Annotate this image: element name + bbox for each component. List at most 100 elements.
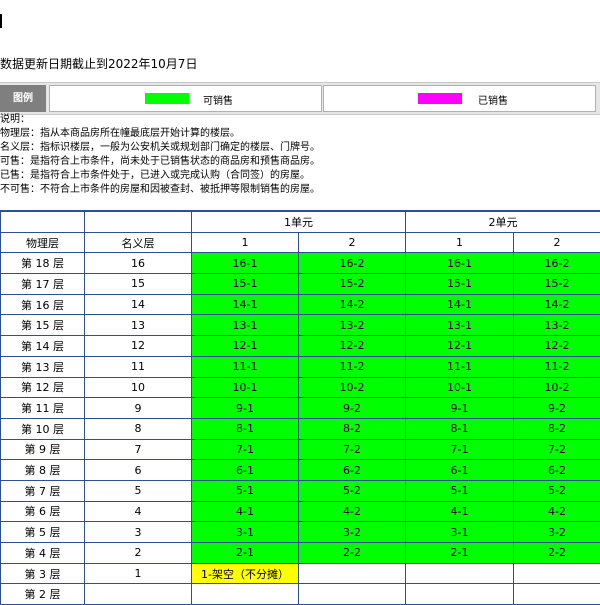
room-cell[interactable]: 9-2 bbox=[514, 398, 600, 419]
room-cell[interactable]: 16-2 bbox=[514, 253, 600, 274]
note-physical-floor: 物理层：指从本商品房所在幢最底层开始计算的楼层。 bbox=[0, 127, 320, 141]
room-cell[interactable]: 10-1 bbox=[406, 377, 514, 398]
table-row: 第 4 层22-12-22-12-2 bbox=[1, 543, 600, 564]
room-cell[interactable]: 6-2 bbox=[299, 460, 406, 481]
room-cell[interactable]: 9-1 bbox=[406, 398, 514, 419]
room-cell[interactable]: 7-2 bbox=[514, 439, 600, 460]
nominal-floor-cell: 9 bbox=[85, 398, 192, 419]
room-cell[interactable]: 5-2 bbox=[299, 480, 406, 501]
legend-label: 图例 bbox=[0, 85, 46, 112]
physical-floor-cell: 第 7 层 bbox=[1, 480, 85, 501]
room-cell[interactable]: 13-1 bbox=[192, 315, 299, 336]
room-cell[interactable]: 8-2 bbox=[299, 418, 406, 439]
room-cell[interactable]: 16-1 bbox=[406, 253, 514, 274]
room-cell[interactable]: 11-1 bbox=[192, 356, 299, 377]
room-cell[interactable]: 3-2 bbox=[514, 522, 600, 543]
table-row: 第 18 层1616-116-216-116-2 bbox=[1, 253, 600, 274]
legend-bar: 图例 可销售 已销售 bbox=[0, 82, 600, 115]
table-row: 第 7 层55-15-25-15-2 bbox=[1, 480, 600, 501]
room-cell[interactable]: 16-1 bbox=[192, 253, 299, 274]
room-cell[interactable]: 4-2 bbox=[514, 501, 600, 522]
room-cell bbox=[192, 584, 299, 605]
room-cell[interactable]: 11-2 bbox=[514, 356, 600, 377]
physical-floor-cell: 第 2 层 bbox=[1, 584, 85, 605]
physical-floor-cell: 第 8 层 bbox=[1, 460, 85, 481]
room-cell[interactable]: 3-1 bbox=[192, 522, 299, 543]
table-row: 第 12 层1010-110-210-110-2 bbox=[1, 377, 600, 398]
physical-floor-header: 物理层 bbox=[1, 232, 85, 253]
room-cell[interactable]: 7-2 bbox=[299, 439, 406, 460]
room-cell[interactable]: 5-2 bbox=[514, 480, 600, 501]
room-cell[interactable]: 1-架空（不分摊） bbox=[192, 563, 299, 584]
room-cell[interactable]: 12-1 bbox=[192, 336, 299, 357]
blank-header bbox=[85, 211, 192, 232]
table-row: 第 6 层44-14-24-14-2 bbox=[1, 501, 600, 522]
room-cell[interactable]: 4-1 bbox=[192, 501, 299, 522]
room-cell[interactable]: 11-2 bbox=[299, 356, 406, 377]
unit-header-row: 1单元 2单元 bbox=[1, 211, 600, 232]
room-cell[interactable]: 4-2 bbox=[299, 501, 406, 522]
room-cell[interactable]: 14-1 bbox=[406, 294, 514, 315]
room-cell[interactable]: 12-2 bbox=[299, 336, 406, 357]
room-cell bbox=[406, 563, 514, 584]
room-cell[interactable]: 8-1 bbox=[192, 418, 299, 439]
room-cell[interactable]: 2-2 bbox=[514, 543, 600, 564]
legend-item-sold: 已销售 bbox=[323, 85, 596, 112]
room-cell[interactable]: 11-1 bbox=[406, 356, 514, 377]
unit-1-header: 1单元 bbox=[192, 211, 406, 232]
room-cell[interactable]: 15-1 bbox=[406, 274, 514, 295]
room-cell[interactable]: 8-1 bbox=[406, 418, 514, 439]
room-cell[interactable]: 7-1 bbox=[192, 439, 299, 460]
physical-floor-cell: 第 16 层 bbox=[1, 294, 85, 315]
room-cell[interactable]: 13-2 bbox=[299, 315, 406, 336]
nominal-floor-cell: 16 bbox=[85, 253, 192, 274]
room-cell[interactable]: 2-1 bbox=[192, 543, 299, 564]
room-cell[interactable]: 15-2 bbox=[514, 274, 600, 295]
floor-table: 1单元 2单元 物理层 名义层 1 2 1 2 第 18 层1616-116-2… bbox=[0, 210, 600, 605]
room-cell[interactable]: 12-1 bbox=[406, 336, 514, 357]
nominal-floor-cell: 7 bbox=[85, 439, 192, 460]
room-cell[interactable]: 3-2 bbox=[299, 522, 406, 543]
room-cell[interactable]: 8-2 bbox=[514, 418, 600, 439]
table-row: 第 15 层1313-113-213-113-2 bbox=[1, 315, 600, 336]
nominal-floor-cell: 14 bbox=[85, 294, 192, 315]
room-cell[interactable]: 14-1 bbox=[192, 294, 299, 315]
physical-floor-cell: 第 10 层 bbox=[1, 418, 85, 439]
table-row: 第 8 层66-16-26-16-2 bbox=[1, 460, 600, 481]
unit-1-room-2-header: 2 bbox=[299, 232, 406, 253]
room-cell[interactable]: 2-1 bbox=[406, 543, 514, 564]
nominal-floor-cell: 6 bbox=[85, 460, 192, 481]
room-cell[interactable]: 6-1 bbox=[406, 460, 514, 481]
nominal-floor-cell: 3 bbox=[85, 522, 192, 543]
room-cell[interactable]: 15-2 bbox=[299, 274, 406, 295]
unit-2-room-2-header: 2 bbox=[514, 232, 600, 253]
room-cell[interactable]: 6-2 bbox=[514, 460, 600, 481]
room-cell[interactable]: 2-2 bbox=[299, 543, 406, 564]
legend-available-label: 可销售 bbox=[203, 92, 233, 107]
room-cell[interactable]: 10-1 bbox=[192, 377, 299, 398]
nominal-floor-cell: 2 bbox=[85, 543, 192, 564]
table-row: 第 11 层99-19-29-19-2 bbox=[1, 398, 600, 419]
room-cell[interactable]: 12-2 bbox=[514, 336, 600, 357]
unit-2-header: 2单元 bbox=[406, 211, 600, 232]
room-cell[interactable]: 5-1 bbox=[406, 480, 514, 501]
room-cell[interactable]: 13-2 bbox=[514, 315, 600, 336]
room-cell[interactable]: 15-1 bbox=[192, 274, 299, 295]
notes-heading: 说明： bbox=[0, 113, 320, 127]
room-cell[interactable]: 10-2 bbox=[514, 377, 600, 398]
room-cell[interactable]: 4-1 bbox=[406, 501, 514, 522]
room-cell[interactable]: 3-1 bbox=[406, 522, 514, 543]
room-cell[interactable]: 6-1 bbox=[192, 460, 299, 481]
room-cell[interactable]: 5-1 bbox=[192, 480, 299, 501]
room-cell bbox=[514, 563, 600, 584]
room-cell[interactable]: 16-2 bbox=[299, 253, 406, 274]
room-cell[interactable]: 14-2 bbox=[299, 294, 406, 315]
room-cell[interactable]: 10-2 bbox=[299, 377, 406, 398]
table-row: 第 5 层33-13-23-13-2 bbox=[1, 522, 600, 543]
room-cell[interactable]: 9-1 bbox=[192, 398, 299, 419]
available-swatch bbox=[145, 93, 189, 104]
room-cell[interactable]: 9-2 bbox=[299, 398, 406, 419]
room-cell[interactable]: 13-1 bbox=[406, 315, 514, 336]
room-cell[interactable]: 14-2 bbox=[514, 294, 600, 315]
room-cell[interactable]: 7-1 bbox=[406, 439, 514, 460]
